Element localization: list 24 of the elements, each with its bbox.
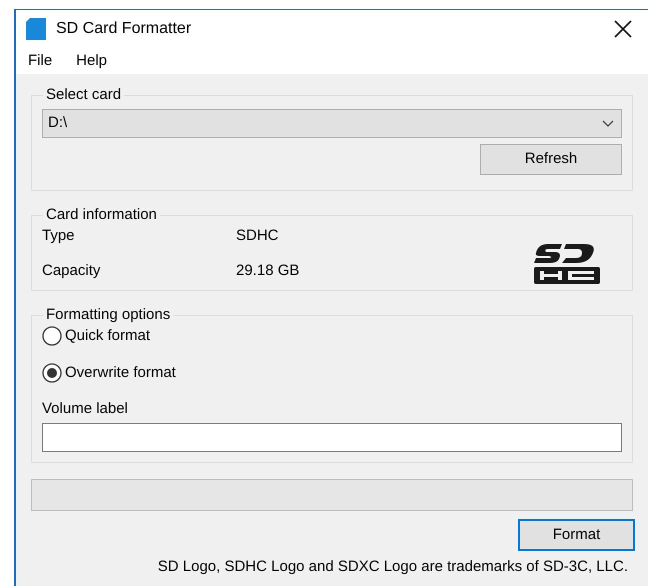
window-title: SD Card Formatter (56, 19, 192, 39)
close-icon[interactable] (614, 20, 632, 38)
volume-label: Volume label (42, 398, 129, 418)
info-label: Capacity (42, 261, 102, 281)
radio-button[interactable] (42, 363, 62, 384)
chevron-down-icon (602, 120, 614, 126)
radio-label: Quick format (65, 326, 150, 346)
info-label: Type (42, 226, 76, 246)
volume-label-field[interactable] (42, 423, 622, 452)
dropdown-value: D:\ (48, 112, 68, 133)
format-button[interactable]: Format (518, 519, 635, 551)
menu-item[interactable]: Help (76, 50, 108, 72)
menu-item[interactable]: File (28, 50, 52, 72)
drive-dropdown[interactable]: D:\ (42, 108, 622, 138)
trademark-notice: SD Logo, SDHC Logo and SDXC Logo are trademarks of SD-3C, LLC. (158, 557, 628, 577)
radio-button[interactable] (42, 326, 62, 346)
group-label: Card information (45, 205, 158, 225)
group-label: Select card (45, 85, 122, 105)
group-label: Formatting options (45, 305, 172, 325)
info-value: 29.18 GB (236, 261, 300, 281)
info-value: SDHC (236, 226, 279, 246)
sd-card-icon (26, 18, 46, 40)
refresh-button[interactable]: Refresh (480, 144, 622, 174)
radio-label: Overwrite format (65, 363, 176, 383)
